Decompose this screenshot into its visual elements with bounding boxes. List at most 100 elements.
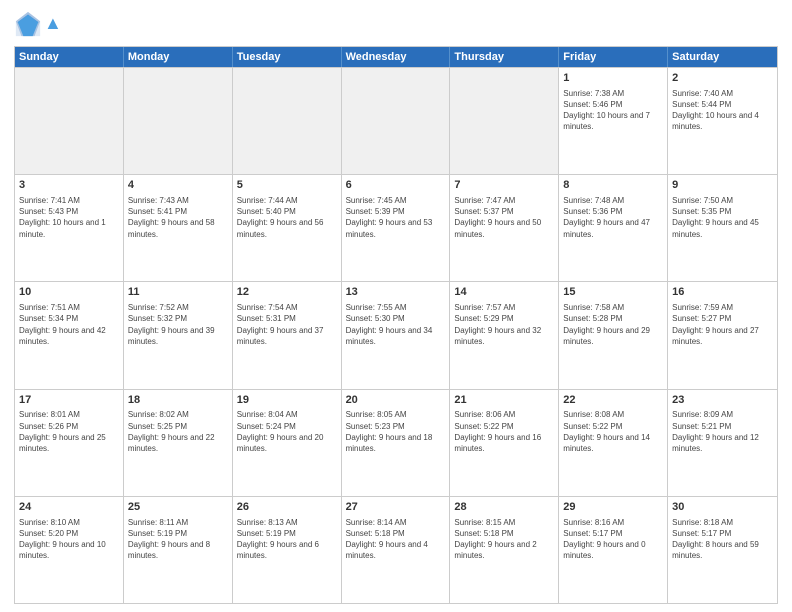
day-number: 2 — [672, 71, 773, 86]
day-number: 12 — [237, 285, 337, 300]
day-info: Sunrise: 7:45 AM Sunset: 5:39 PM Dayligh… — [346, 195, 446, 240]
day-cell-8: 8 Sunrise: 7:48 AM Sunset: 5:36 PM Daylig… — [559, 175, 668, 281]
day-info: Sunrise: 7:43 AM Sunset: 5:41 PM Dayligh… — [128, 195, 228, 240]
day-info: Sunrise: 8:16 AM Sunset: 5:17 PM Dayligh… — [563, 517, 663, 562]
day-number: 7 — [454, 178, 554, 193]
day-info: Sunrise: 7:51 AM Sunset: 5:34 PM Dayligh… — [19, 302, 119, 347]
weekday-header-wednesday: Wednesday — [342, 47, 451, 67]
day-info: Sunrise: 8:04 AM Sunset: 5:24 PM Dayligh… — [237, 409, 337, 454]
calendar-row-5: 24 Sunrise: 8:10 AM Sunset: 5:20 PM Dayli… — [15, 496, 777, 603]
day-cell-3: 3 Sunrise: 7:41 AM Sunset: 5:43 PM Daylig… — [15, 175, 124, 281]
day-number: 10 — [19, 285, 119, 300]
day-number: 11 — [128, 285, 228, 300]
day-number: 22 — [563, 393, 663, 408]
day-cell-22: 22Sunrise: 8:08 AM Sunset: 5:22 PM Dayli… — [559, 390, 668, 496]
logo: ▲ — [14, 10, 62, 38]
weekday-header-friday: Friday — [559, 47, 668, 67]
day-cell-1: 1 Sunrise: 7:38 AM Sunset: 5:46 PM Daylig… — [559, 68, 668, 174]
day-info: Sunrise: 8:10 AM Sunset: 5:20 PM Dayligh… — [19, 517, 119, 562]
day-cell-4: 4 Sunrise: 7:43 AM Sunset: 5:41 PM Daylig… — [124, 175, 233, 281]
day-info: Sunrise: 7:44 AM Sunset: 5:40 PM Dayligh… — [237, 195, 337, 240]
day-number: 30 — [672, 500, 773, 515]
day-number: 25 — [128, 500, 228, 515]
weekday-header-tuesday: Tuesday — [233, 47, 342, 67]
logo-text: ▲ — [44, 14, 62, 34]
day-number: 18 — [128, 393, 228, 408]
day-info: Sunrise: 8:08 AM Sunset: 5:22 PM Dayligh… — [563, 409, 663, 454]
day-cell-17: 17Sunrise: 8:01 AM Sunset: 5:26 PM Dayli… — [15, 390, 124, 496]
day-info: Sunrise: 7:41 AM Sunset: 5:43 PM Dayligh… — [19, 195, 119, 240]
day-info: Sunrise: 8:18 AM Sunset: 5:17 PM Dayligh… — [672, 517, 773, 562]
day-number: 4 — [128, 178, 228, 193]
day-info: Sunrise: 8:09 AM Sunset: 5:21 PM Dayligh… — [672, 409, 773, 454]
day-cell-20: 20Sunrise: 8:05 AM Sunset: 5:23 PM Dayli… — [342, 390, 451, 496]
day-cell-16: 16 Sunrise: 7:59 AM Sunset: 5:27 PM Dayli… — [668, 282, 777, 388]
calendar-row-3: 10 Sunrise: 7:51 AM Sunset: 5:34 PM Dayli… — [15, 281, 777, 388]
day-number: 14 — [454, 285, 554, 300]
day-cell-9: 9 Sunrise: 7:50 AM Sunset: 5:35 PM Daylig… — [668, 175, 777, 281]
day-number: 17 — [19, 393, 119, 408]
day-cell-6: 6 Sunrise: 7:45 AM Sunset: 5:39 PM Daylig… — [342, 175, 451, 281]
logo-accent: ▲ — [44, 13, 62, 33]
day-cell-27: 27 Sunrise: 8:14 AM Sunset: 5:18 PM Dayli… — [342, 497, 451, 603]
day-number: 16 — [672, 285, 773, 300]
day-info: Sunrise: 7:54 AM Sunset: 5:31 PM Dayligh… — [237, 302, 337, 347]
day-info: Sunrise: 7:59 AM Sunset: 5:27 PM Dayligh… — [672, 302, 773, 347]
day-number: 8 — [563, 178, 663, 193]
day-cell-2: 2 Sunrise: 7:40 AM Sunset: 5:44 PM Daylig… — [668, 68, 777, 174]
weekday-header-monday: Monday — [124, 47, 233, 67]
day-cell-28: 28 Sunrise: 8:15 AM Sunset: 5:18 PM Dayli… — [450, 497, 559, 603]
day-number: 20 — [346, 393, 446, 408]
day-info: Sunrise: 8:06 AM Sunset: 5:22 PM Dayligh… — [454, 409, 554, 454]
day-cell-13: 13 Sunrise: 7:55 AM Sunset: 5:30 PM Dayli… — [342, 282, 451, 388]
day-info: Sunrise: 7:57 AM Sunset: 5:29 PM Dayligh… — [454, 302, 554, 347]
day-info: Sunrise: 7:58 AM Sunset: 5:28 PM Dayligh… — [563, 302, 663, 347]
day-number: 28 — [454, 500, 554, 515]
calendar: SundayMondayTuesdayWednesdayThursdayFrid… — [14, 46, 778, 604]
header: ▲ — [14, 10, 778, 38]
day-number: 6 — [346, 178, 446, 193]
day-number: 1 — [563, 71, 663, 86]
day-info: Sunrise: 7:38 AM Sunset: 5:46 PM Dayligh… — [563, 88, 663, 133]
day-cell-7: 7Sunrise: 7:47 AM Sunset: 5:37 PM Daylig… — [450, 175, 559, 281]
day-cell-30: 30 Sunrise: 8:18 AM Sunset: 5:17 PM Dayli… — [668, 497, 777, 603]
weekday-header-thursday: Thursday — [450, 47, 559, 67]
day-cell-25: 25 Sunrise: 8:11 AM Sunset: 5:19 PM Dayli… — [124, 497, 233, 603]
day-info: Sunrise: 8:14 AM Sunset: 5:18 PM Dayligh… — [346, 517, 446, 562]
day-cell-29: 29 Sunrise: 8:16 AM Sunset: 5:17 PM Dayli… — [559, 497, 668, 603]
day-number: 21 — [454, 393, 554, 408]
day-cell-11: 11 Sunrise: 7:52 AM Sunset: 5:32 PM Dayli… — [124, 282, 233, 388]
day-cell-18: 18Sunrise: 8:02 AM Sunset: 5:25 PM Dayli… — [124, 390, 233, 496]
day-number: 27 — [346, 500, 446, 515]
day-cell-12: 12 Sunrise: 7:54 AM Sunset: 5:31 PM Dayli… — [233, 282, 342, 388]
empty-cell-0-2 — [233, 68, 342, 174]
day-number: 9 — [672, 178, 773, 193]
empty-cell-0-0 — [15, 68, 124, 174]
day-info: Sunrise: 7:50 AM Sunset: 5:35 PM Dayligh… — [672, 195, 773, 240]
day-info: Sunrise: 8:13 AM Sunset: 5:19 PM Dayligh… — [237, 517, 337, 562]
day-info: Sunrise: 8:11 AM Sunset: 5:19 PM Dayligh… — [128, 517, 228, 562]
calendar-row-1: 1 Sunrise: 7:38 AM Sunset: 5:46 PM Daylig… — [15, 67, 777, 174]
day-info: Sunrise: 8:05 AM Sunset: 5:23 PM Dayligh… — [346, 409, 446, 454]
calendar-header: SundayMondayTuesdayWednesdayThursdayFrid… — [15, 47, 777, 67]
day-number: 15 — [563, 285, 663, 300]
day-info: Sunrise: 7:55 AM Sunset: 5:30 PM Dayligh… — [346, 302, 446, 347]
day-number: 24 — [19, 500, 119, 515]
day-number: 13 — [346, 285, 446, 300]
day-info: Sunrise: 7:40 AM Sunset: 5:44 PM Dayligh… — [672, 88, 773, 133]
day-cell-14: 14 Sunrise: 7:57 AM Sunset: 5:29 PM Dayli… — [450, 282, 559, 388]
day-number: 3 — [19, 178, 119, 193]
day-number: 29 — [563, 500, 663, 515]
day-info: Sunrise: 7:48 AM Sunset: 5:36 PM Dayligh… — [563, 195, 663, 240]
day-number: 26 — [237, 500, 337, 515]
weekday-header-saturday: Saturday — [668, 47, 777, 67]
weekday-header-sunday: Sunday — [15, 47, 124, 67]
logo-icon — [14, 10, 42, 38]
day-info: Sunrise: 8:15 AM Sunset: 5:18 PM Dayligh… — [454, 517, 554, 562]
empty-cell-0-3 — [342, 68, 451, 174]
day-cell-15: 15 Sunrise: 7:58 AM Sunset: 5:28 PM Dayli… — [559, 282, 668, 388]
empty-cell-0-4 — [450, 68, 559, 174]
day-cell-24: 24 Sunrise: 8:10 AM Sunset: 5:20 PM Dayli… — [15, 497, 124, 603]
day-info: Sunrise: 7:52 AM Sunset: 5:32 PM Dayligh… — [128, 302, 228, 347]
day-info: Sunrise: 8:02 AM Sunset: 5:25 PM Dayligh… — [128, 409, 228, 454]
